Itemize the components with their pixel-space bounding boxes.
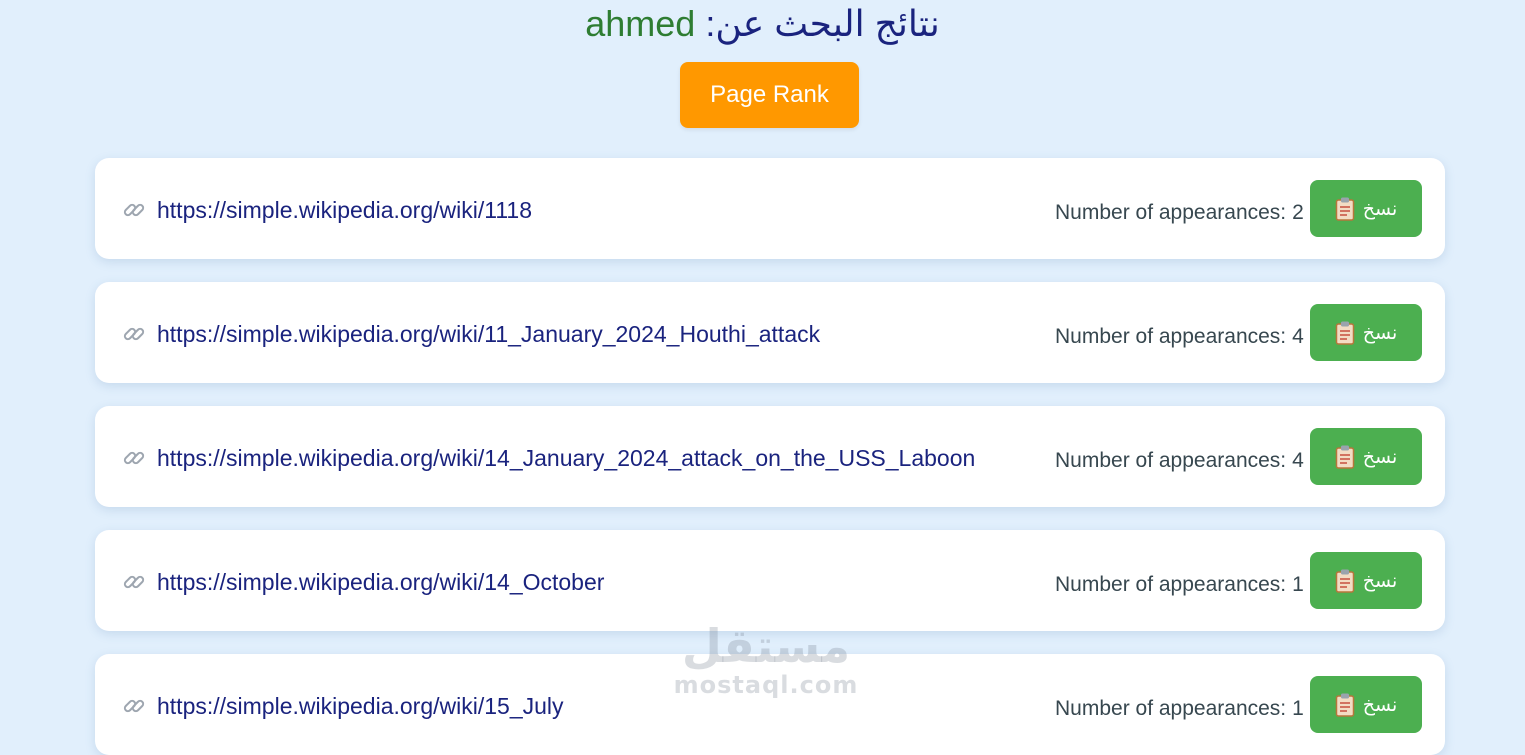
result-card: https://simple.wikipedia.org/wiki/14_Oct… xyxy=(95,530,1445,631)
copy-button[interactable]: نسخ xyxy=(1310,676,1422,733)
results-heading-prefix: :نتائج البحث عن xyxy=(705,3,940,44)
appearance-count: Number of appearances: 1 xyxy=(1055,572,1304,598)
copy-button-label: نسخ xyxy=(1362,693,1398,716)
copy-button[interactable]: نسخ xyxy=(1310,428,1422,485)
appearance-count-value: 1 xyxy=(1292,573,1304,596)
appearance-count-value: 2 xyxy=(1292,201,1304,224)
result-url[interactable]: https://simple.wikipedia.org/wiki/14_Oct… xyxy=(157,568,604,596)
copy-button[interactable]: نسخ xyxy=(1310,552,1422,609)
link-icon xyxy=(123,203,145,217)
copy-button[interactable]: نسخ xyxy=(1310,304,1422,361)
appearance-count: Number of appearances: 2 xyxy=(1055,200,1304,226)
copy-button-label: نسخ xyxy=(1362,321,1398,344)
clipboard-icon xyxy=(1335,569,1354,593)
result-url[interactable]: https://simple.wikipedia.org/wiki/11_Jan… xyxy=(157,320,820,348)
copy-button-label: نسخ xyxy=(1362,445,1398,468)
link-icon xyxy=(123,575,145,589)
appearance-count-value: 4 xyxy=(1292,449,1304,472)
appearance-count-label: Number of appearances: xyxy=(1055,697,1287,720)
appearance-count-label: Number of appearances: xyxy=(1055,325,1287,348)
result-card: https://simple.wikipedia.org/wiki/15_Jul… xyxy=(95,654,1445,755)
appearance-count-label: Number of appearances: xyxy=(1055,573,1287,596)
copy-button-label: نسخ xyxy=(1362,197,1398,220)
clipboard-icon xyxy=(1335,693,1354,717)
link-icon xyxy=(123,699,145,713)
copy-button-label: نسخ xyxy=(1362,569,1398,592)
results-heading: ahmed :نتائج البحث عن xyxy=(0,4,1525,44)
clipboard-icon xyxy=(1335,197,1354,221)
page-rank-button[interactable]: Page Rank xyxy=(680,62,859,128)
appearance-count-label: Number of appearances: xyxy=(1055,201,1287,224)
link-icon xyxy=(123,451,145,465)
clipboard-icon xyxy=(1335,445,1354,469)
result-url[interactable]: https://simple.wikipedia.org/wiki/15_Jul… xyxy=(157,692,564,720)
appearance-count-value: 1 xyxy=(1292,697,1304,720)
appearance-count: Number of appearances: 4 xyxy=(1055,448,1304,474)
copy-button[interactable]: نسخ xyxy=(1310,180,1422,237)
search-query: ahmed xyxy=(585,3,696,44)
clipboard-icon xyxy=(1335,321,1354,345)
link-icon xyxy=(123,327,145,341)
result-card: https://simple.wikipedia.org/wiki/14_Jan… xyxy=(95,406,1445,507)
appearance-count: Number of appearances: 4 xyxy=(1055,324,1304,350)
result-card: https://simple.wikipedia.org/wiki/11_Jan… xyxy=(95,282,1445,383)
result-url[interactable]: https://simple.wikipedia.org/wiki/14_Jan… xyxy=(157,444,975,472)
result-card: https://simple.wikipedia.org/wiki/1118 N… xyxy=(95,158,1445,259)
appearance-count-label: Number of appearances: xyxy=(1055,449,1287,472)
appearance-count-value: 4 xyxy=(1292,325,1304,348)
result-url[interactable]: https://simple.wikipedia.org/wiki/1118 xyxy=(157,196,532,224)
appearance-count: Number of appearances: 1 xyxy=(1055,696,1304,722)
